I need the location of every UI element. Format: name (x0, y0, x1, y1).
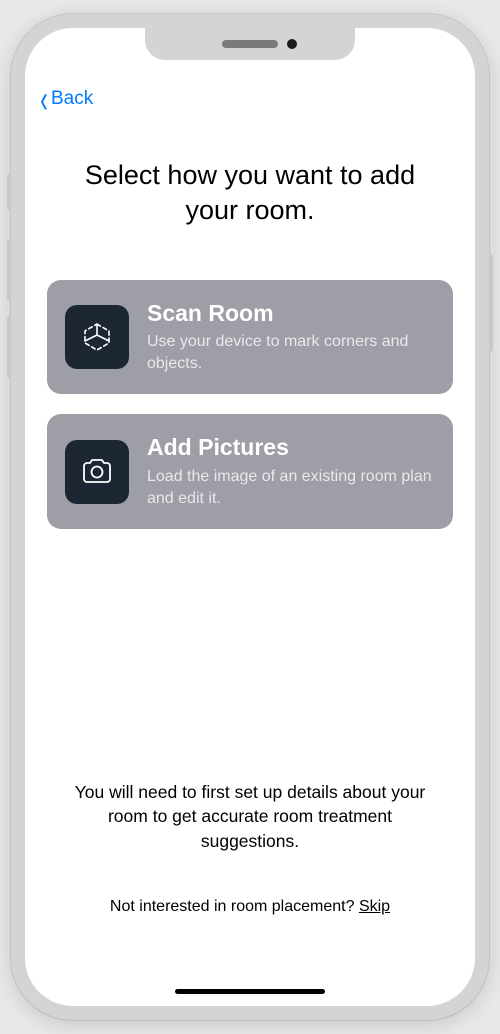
add-pictures-text: Add Pictures Load the image of an existi… (147, 434, 433, 509)
scan-room-option[interactable]: Scan Room Use your device to mark corner… (47, 280, 453, 395)
chevron-left-icon: ‹ (40, 85, 48, 112)
front-camera (287, 39, 297, 49)
scan-room-text: Scan Room Use your device to mark corner… (147, 300, 433, 375)
skip-line: Not interested in room placement? Skip (47, 898, 453, 916)
nav-bar: ‹ Back (25, 83, 475, 124)
screen-content: ‹ Back Select how you want to add your r… (25, 28, 475, 1006)
device-frame: ‹ Back Select how you want to add your r… (11, 14, 489, 1020)
back-button[interactable]: ‹ Back (39, 88, 93, 110)
scan-icon (79, 319, 115, 355)
main-content: Select how you want to add your room. Sc… (25, 124, 475, 1007)
setup-info-text: You will need to first set up details ab… (47, 780, 453, 854)
scan-room-title: Scan Room (147, 300, 433, 328)
skip-prefix: Not interested in room placement? (110, 898, 359, 915)
power-button (489, 254, 493, 352)
device-screen: ‹ Back Select how you want to add your r… (25, 28, 475, 1006)
silent-switch (7, 174, 11, 210)
back-label: Back (51, 88, 93, 110)
add-pictures-subtitle: Load the image of an existing room plan … (147, 466, 433, 509)
home-indicator[interactable] (175, 989, 325, 994)
add-pictures-title: Add Pictures (147, 434, 433, 462)
info-section: You will need to first set up details ab… (47, 780, 453, 1007)
volume-up-button (7, 239, 11, 301)
page-title: Select how you want to add your room. (47, 124, 453, 280)
camera-icon-container (65, 440, 129, 504)
add-pictures-option[interactable]: Add Pictures Load the image of an existi… (47, 414, 453, 529)
volume-down-button (7, 316, 11, 378)
scan-room-subtitle: Use your device to mark corners and obje… (147, 331, 433, 374)
speaker-grille (222, 40, 278, 48)
skip-link[interactable]: Skip (359, 898, 390, 915)
scan-icon-container (65, 305, 129, 369)
device-notch (145, 28, 355, 60)
camera-icon (79, 454, 115, 490)
